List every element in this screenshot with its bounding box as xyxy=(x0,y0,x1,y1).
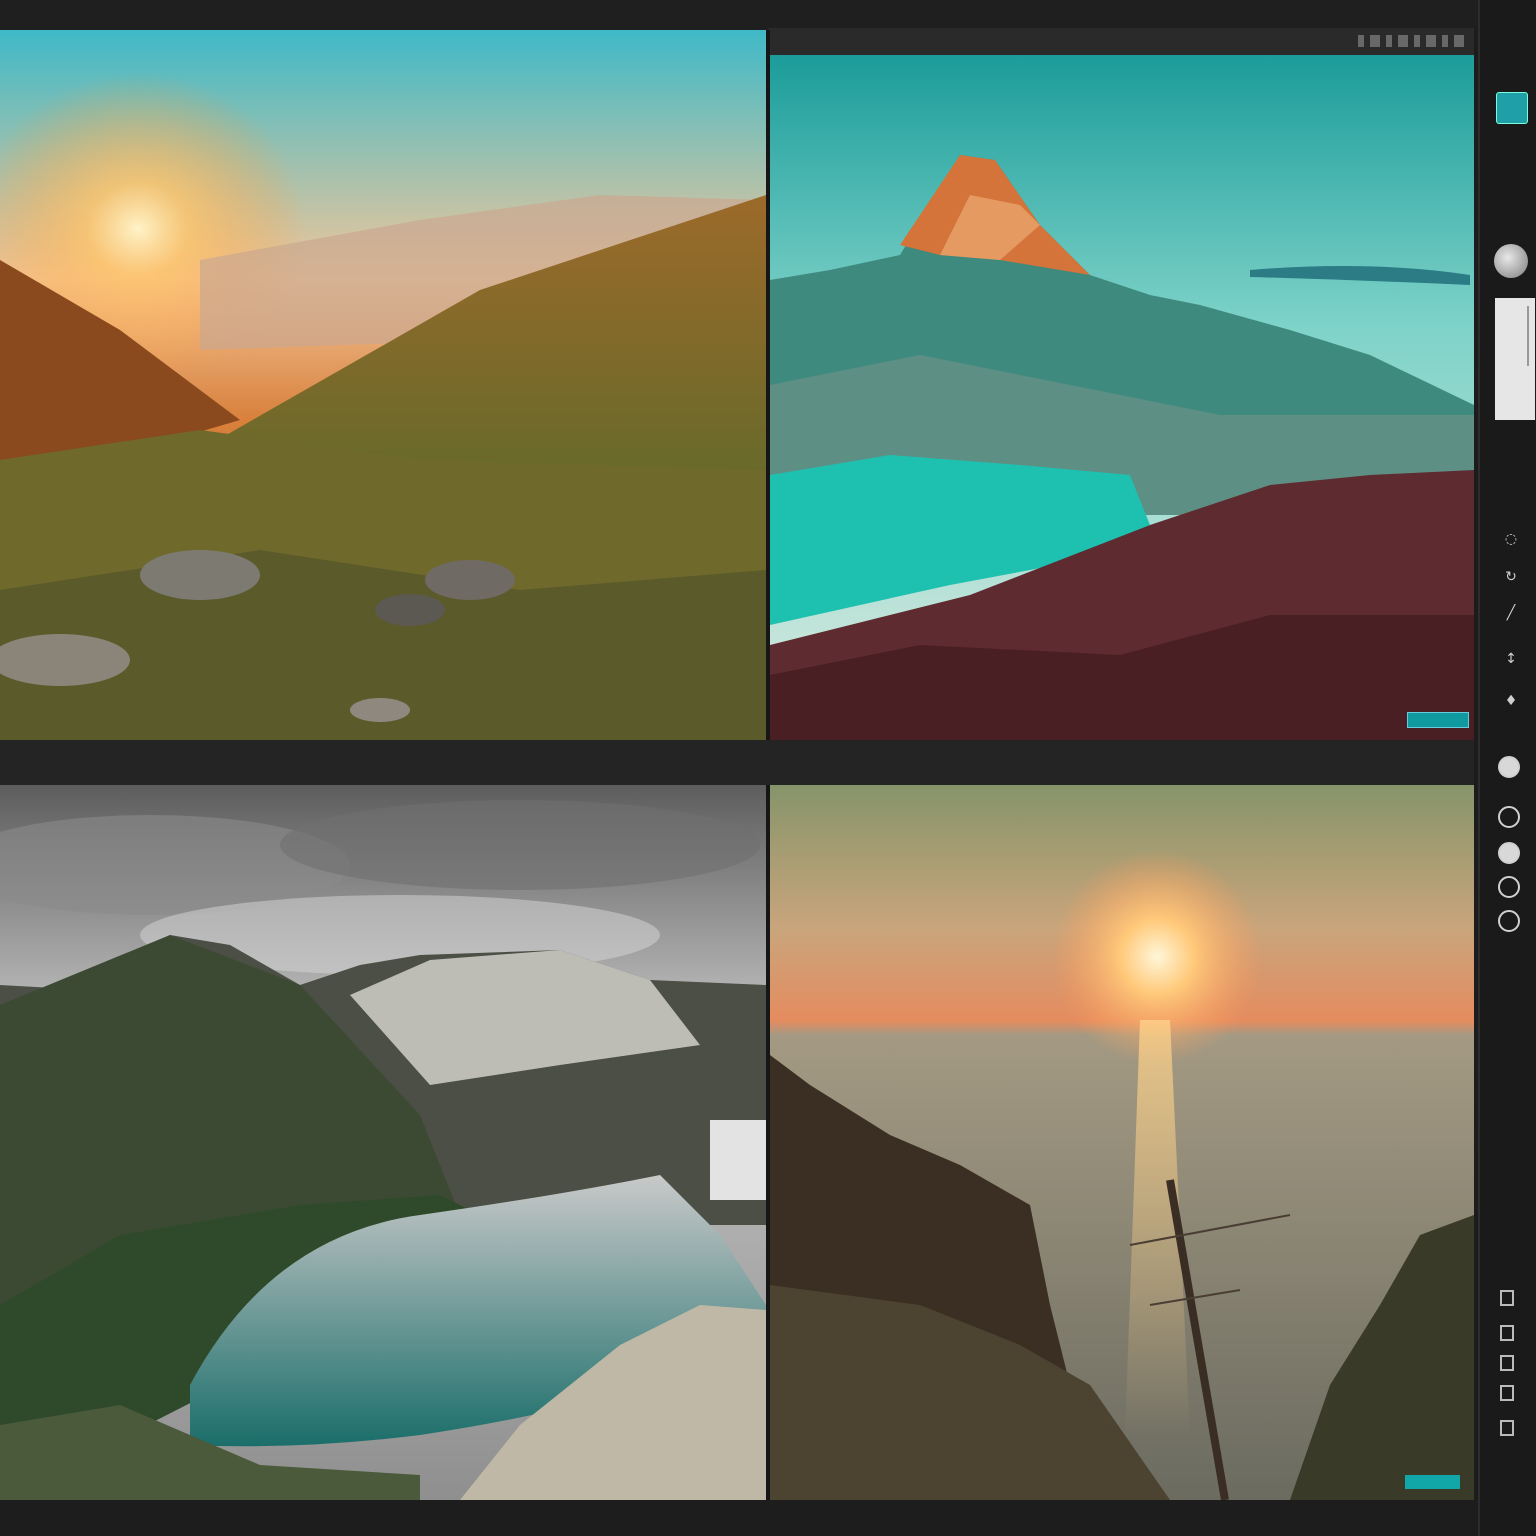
teal-peak-lake-image xyxy=(770,55,1474,740)
layer-icon-4[interactable] xyxy=(1500,1385,1514,1401)
pin-icon[interactable]: ♦ xyxy=(1500,690,1522,712)
adjust-icon[interactable]: ↕ xyxy=(1500,648,1522,670)
tile-toolbar-icons xyxy=(1358,35,1464,47)
layer-icon-2[interactable] xyxy=(1500,1325,1514,1341)
layer-icon-5[interactable] xyxy=(1500,1420,1514,1436)
photo-tile-sunset-valley[interactable] xyxy=(0,30,766,740)
grid-divider-horizontal xyxy=(0,740,1474,785)
layer-icon-1[interactable] xyxy=(1500,1290,1514,1306)
filter-dot-4[interactable] xyxy=(1498,876,1520,898)
preview-card xyxy=(1495,298,1535,420)
sunset-valley-image xyxy=(0,30,766,740)
filter-dot-1[interactable] xyxy=(1498,756,1520,778)
photo-tile-ocean-sunset-cliff[interactable] xyxy=(770,785,1474,1500)
grey-sky-lake-image xyxy=(0,785,766,1500)
filter-dot-5[interactable] xyxy=(1498,910,1520,932)
dial-knob[interactable] xyxy=(1494,244,1528,278)
bottom-bar xyxy=(0,1500,1478,1536)
photo-tile-grey-sky-lake[interactable] xyxy=(0,785,766,1500)
top-toolbar xyxy=(0,0,1536,30)
tile-status-indicator xyxy=(1407,712,1469,728)
crop-icon[interactable]: ◌ xyxy=(1500,528,1522,550)
filter-dot-3[interactable] xyxy=(1498,842,1520,864)
photo-tile-teal-peak-lake[interactable] xyxy=(770,55,1474,740)
brush-icon[interactable]: ╱ xyxy=(1500,602,1522,624)
ocean-sunset-cliff-image xyxy=(770,785,1474,1500)
color-swatch-button[interactable] xyxy=(1496,92,1528,124)
filter-dot-2[interactable] xyxy=(1498,806,1520,828)
photo-editor-window: ◌ ↻ ╱ ↕ ♦ xyxy=(0,0,1536,1536)
tile-toolbar xyxy=(768,28,1474,56)
layer-icon-3[interactable] xyxy=(1500,1355,1514,1371)
right-tool-panel: ◌ ↻ ╱ ↕ ♦ xyxy=(1478,0,1536,1536)
rotate-icon[interactable]: ↻ xyxy=(1500,566,1522,588)
